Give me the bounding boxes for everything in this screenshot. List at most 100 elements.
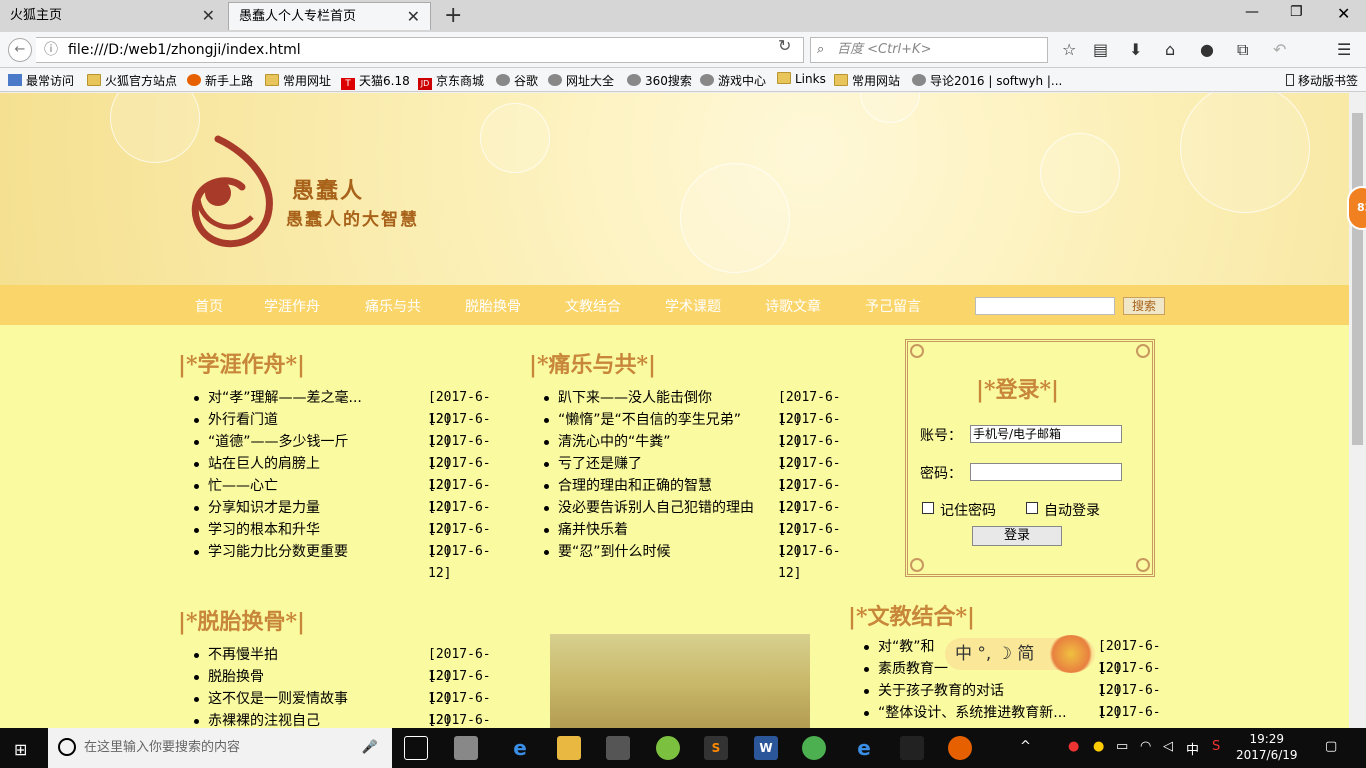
ie-icon[interactable]: e: [852, 736, 876, 760]
bookmark-getting-started[interactable]: 新手上路: [187, 72, 253, 89]
edge-icon[interactable]: e: [508, 736, 532, 760]
ime-lang[interactable]: 中: [1186, 739, 1199, 758]
download-icon[interactable]: ⬇: [1129, 40, 1142, 59]
new-tab-button[interactable]: +: [444, 2, 462, 30]
store-icon[interactable]: [606, 736, 630, 760]
list-item[interactable]: 赤裸裸的注视自己[2017-6-12]: [194, 710, 514, 728]
reload-icon[interactable]: ↻: [778, 36, 791, 55]
list-item[interactable]: 学习的根本和升华 [2017-6-12]: [194, 519, 514, 559]
list-item[interactable]: 忙——心亡 [2017-6-12]: [194, 475, 514, 515]
back-button[interactable]: ←: [8, 38, 32, 62]
list-item[interactable]: 外行看门道 [2017-6-12]: [194, 409, 514, 449]
close-tab-icon[interactable]: ✕: [407, 3, 420, 31]
list-item[interactable]: 亏了还是赚了 [2017-6-12]: [544, 453, 864, 493]
list-item[interactable]: “懒惰”是“不自信的孪生兄弟” [2017-6-12]: [544, 409, 864, 449]
windows-start-icon[interactable]: ⊞: [14, 740, 27, 759]
close-window-button[interactable]: ✕: [1337, 4, 1350, 23]
menu-home[interactable]: 首页: [195, 296, 223, 316]
auto-login-checkbox[interactable]: [1026, 502, 1038, 514]
sublime-icon[interactable]: S: [704, 736, 728, 760]
menu-wenjiao[interactable]: 文教结合: [565, 296, 621, 316]
remember-checkbox[interactable]: [922, 502, 934, 514]
list-item[interactable]: 这不仅是一则爱情故事 [2017-6-12]: [194, 688, 514, 728]
task-view-icon[interactable]: [404, 736, 428, 760]
address-bar[interactable]: ⓘ file:///D:/web1/zhongji/index.html: [36, 37, 804, 63]
list-item[interactable]: 要“忍”到什么时候 [2017-6-12]: [544, 541, 864, 581]
menu-xueshu[interactable]: 学术课题: [665, 296, 721, 316]
list-item[interactable]: 趴下来——没人能击倒你 [2017-6-12]: [544, 387, 864, 427]
list-item[interactable]: 痛并快乐着 [2017-6-12]: [544, 519, 864, 559]
microphone-icon[interactable]: 🎤: [362, 728, 378, 768]
site-search-input[interactable]: [975, 297, 1115, 315]
bookmark-links[interactable]: Links: [777, 72, 826, 86]
list-item[interactable]: 没必要告诉别人自己犯错的理由 [2017-6-12]: [544, 497, 864, 537]
list-item[interactable]: 关于孩子教育的对话 [2017-6-12]: [864, 680, 1184, 720]
maximize-button[interactable]: ❐: [1290, 4, 1303, 20]
menu-tongle[interactable]: 痛乐与共: [365, 296, 421, 316]
chat-icon[interactable]: ●: [1200, 40, 1214, 59]
app-icon[interactable]: [454, 736, 478, 760]
chrome-icon[interactable]: [802, 736, 826, 760]
qq-icon[interactable]: [900, 736, 924, 760]
list-item[interactable]: 对“孝”理解——差之毫... [2017-6-12]: [194, 387, 514, 427]
list-item[interactable]: 脱胎换骨 [2017-6-12]: [194, 666, 514, 706]
list-item[interactable]: 清洗心中的“牛粪” [2017-6-12]: [544, 431, 864, 471]
floating-badge[interactable]: 82: [1347, 186, 1366, 230]
firefox-taskbar-icon[interactable]: [948, 736, 972, 760]
list-item[interactable]: 分享知识才是力量 [2017-6-12]: [194, 497, 514, 537]
bookmark-tmall[interactable]: T 天猫6.18: [341, 72, 410, 90]
list-item[interactable]: “整体设计、系统推进教育新...[2017-6-12]: [864, 702, 1184, 728]
undo-icon[interactable]: ↶: [1273, 40, 1286, 59]
volume-icon[interactable]: ◁: [1163, 739, 1173, 754]
tray-icon[interactable]: ●: [1093, 739, 1104, 754]
site-search-button[interactable]: 搜索: [1123, 297, 1165, 315]
sogou-icon[interactable]: S: [1212, 739, 1220, 754]
bookmark-firefox-official[interactable]: 火狐官方站点: [87, 72, 177, 89]
mobile-bookmarks[interactable]: 移动版书签: [1285, 72, 1358, 89]
scrollbar-thumb[interactable]: [1352, 113, 1363, 445]
app-icon[interactable]: [656, 736, 680, 760]
list-item[interactable]: “道德”——多少钱一斤 [2017-6-12]: [194, 431, 514, 471]
bookmark-common-sites[interactable]: 常用网站: [834, 72, 900, 89]
list-item[interactable]: 站在巨人的肩膀上 [2017-6-12]: [194, 453, 514, 493]
bookmark-360[interactable]: 360搜索: [627, 72, 692, 89]
minimize-button[interactable]: —: [1245, 4, 1259, 20]
info-icon[interactable]: ⓘ: [44, 42, 58, 58]
bookmark-star-icon[interactable]: ☆: [1062, 40, 1076, 59]
menu-tuotai[interactable]: 脱胎换骨: [465, 296, 521, 316]
account-input[interactable]: 手机号/电子邮箱: [970, 425, 1122, 443]
file-explorer-icon[interactable]: [557, 736, 581, 760]
tray-arrow-icon[interactable]: ^: [1020, 739, 1031, 754]
password-input[interactable]: [970, 463, 1122, 481]
close-tab-icon[interactable]: ✕: [202, 2, 215, 30]
menu-liuyan[interactable]: 予己留言: [865, 296, 921, 316]
bookmark-games[interactable]: 游戏中心: [700, 72, 766, 89]
word-icon[interactable]: W: [754, 736, 778, 760]
bookmark-google[interactable]: 谷歌: [496, 72, 538, 89]
login-button[interactable]: 登录: [972, 526, 1062, 546]
clock[interactable]: 19:29 2017/6/19: [1236, 731, 1298, 763]
wifi-icon[interactable]: ◠: [1140, 739, 1151, 754]
bookmark-jd[interactable]: JD 京东商城: [418, 72, 484, 90]
bookmark-common-urls[interactable]: 常用网址: [265, 72, 331, 89]
tab-active[interactable]: 愚蠢人个人专栏首页 ✕: [228, 2, 431, 30]
reading-list-icon[interactable]: ▤: [1093, 40, 1108, 59]
bookmark-most-visited[interactable]: 最常访问: [8, 72, 74, 89]
battery-icon[interactable]: ▭: [1116, 739, 1128, 754]
tab-firefox-home[interactable]: 火狐主页 ✕: [0, 2, 225, 30]
taskbar-search[interactable]: 在这里输入你要搜索的内容 🎤: [48, 728, 392, 768]
ime-toolbar[interactable]: 中 °, ☽ 简: [945, 635, 1095, 673]
bookmark-hao[interactable]: 网址大全: [548, 72, 614, 89]
list-item[interactable]: 不再慢半拍 [2017-6-12]: [194, 644, 514, 684]
menu-shige[interactable]: 诗歌文章: [765, 296, 821, 316]
bookmark-daolun[interactable]: 导论2016 | softwyh |...: [912, 72, 1062, 89]
list-item[interactable]: 学习能力比分数更重要 [2017-6-12]: [194, 541, 514, 581]
search-box[interactable]: ⌕ 百度 <Ctrl+K>: [810, 37, 1048, 63]
menu-xueya[interactable]: 学涯作舟: [264, 296, 320, 316]
tray-icon[interactable]: ●: [1068, 739, 1079, 754]
screenshot-icon[interactable]: ⧉: [1237, 40, 1248, 60]
home-icon[interactable]: ⌂: [1165, 40, 1175, 59]
menu-icon[interactable]: ☰: [1337, 40, 1351, 59]
notifications-icon[interactable]: ▢: [1325, 739, 1337, 754]
list-item[interactable]: 合理的理由和正确的智慧 [2017-6-12]: [544, 475, 864, 515]
